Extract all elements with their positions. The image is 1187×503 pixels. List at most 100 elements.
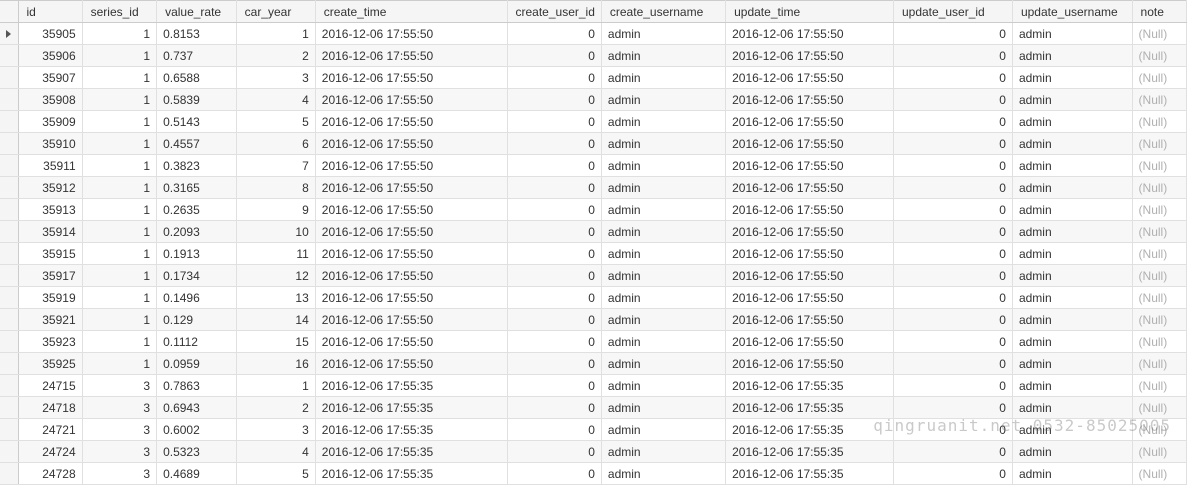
cell-series_id[interactable]: 3 [82,463,156,485]
cell-create_time[interactable]: 2016-12-06 17:55:50 [315,221,507,243]
cell-update_time[interactable]: 2016-12-06 17:55:50 [726,45,894,67]
cell-id[interactable]: 35919 [18,287,82,309]
cell-note[interactable]: (Null) [1132,287,1186,309]
cell-update_user_id[interactable]: 0 [893,243,1012,265]
row-gutter[interactable] [0,331,18,353]
cell-create_time[interactable]: 2016-12-06 17:55:50 [315,243,507,265]
cell-note[interactable]: (Null) [1132,45,1186,67]
table-row[interactable]: 2471830.694322016-12-06 17:55:350admin20… [0,397,1187,419]
cell-update_username[interactable]: admin [1012,67,1132,89]
cell-series_id[interactable]: 1 [82,265,156,287]
cell-note[interactable]: (Null) [1132,199,1186,221]
cell-update_user_id[interactable]: 0 [893,265,1012,287]
table-row[interactable]: 3591310.263592016-12-06 17:55:500admin20… [0,199,1187,221]
cell-create_user_id[interactable]: 0 [507,419,601,441]
cell-car_year[interactable]: 2 [236,45,315,67]
cell-update_user_id[interactable]: 0 [893,133,1012,155]
cell-id[interactable]: 35907 [18,67,82,89]
cell-series_id[interactable]: 1 [82,23,156,45]
cell-update_username[interactable]: admin [1012,463,1132,485]
cell-value_rate[interactable]: 0.6588 [157,67,237,89]
cell-create_username[interactable]: admin [601,177,725,199]
row-gutter[interactable] [0,199,18,221]
cell-value_rate[interactable]: 0.4557 [157,133,237,155]
cell-update_user_id[interactable]: 0 [893,199,1012,221]
cell-value_rate[interactable]: 0.8153 [157,23,237,45]
row-gutter[interactable] [0,221,18,243]
table-row[interactable]: 3591410.2093102016-12-06 17:55:500admin2… [0,221,1187,243]
cell-car_year[interactable]: 13 [236,287,315,309]
cell-car_year[interactable]: 6 [236,133,315,155]
cell-update_username[interactable]: admin [1012,309,1132,331]
table-row[interactable]: 2472830.468952016-12-06 17:55:350admin20… [0,463,1187,485]
row-gutter[interactable] [0,243,18,265]
cell-update_time[interactable]: 2016-12-06 17:55:50 [726,111,894,133]
cell-id[interactable]: 35925 [18,353,82,375]
cell-create_user_id[interactable]: 0 [507,133,601,155]
row-gutter[interactable] [0,397,18,419]
table-row[interactable]: 3591710.1734122016-12-06 17:55:500admin2… [0,265,1187,287]
cell-series_id[interactable]: 1 [82,243,156,265]
cell-create_user_id[interactable]: 0 [507,397,601,419]
cell-car_year[interactable]: 5 [236,463,315,485]
cell-create_username[interactable]: admin [601,89,725,111]
cell-value_rate[interactable]: 0.1913 [157,243,237,265]
cell-value_rate[interactable]: 0.6943 [157,397,237,419]
cell-id[interactable]: 35910 [18,133,82,155]
cell-update_user_id[interactable]: 0 [893,397,1012,419]
cell-create_time[interactable]: 2016-12-06 17:55:50 [315,287,507,309]
column-header-value_rate[interactable]: value_rate [157,1,237,23]
table-row[interactable]: 3590910.514352016-12-06 17:55:500admin20… [0,111,1187,133]
cell-update_user_id[interactable]: 0 [893,221,1012,243]
cell-update_username[interactable]: admin [1012,265,1132,287]
cell-update_user_id[interactable]: 0 [893,89,1012,111]
cell-note[interactable]: (Null) [1132,67,1186,89]
cell-create_time[interactable]: 2016-12-06 17:55:50 [315,331,507,353]
cell-update_user_id[interactable]: 0 [893,419,1012,441]
cell-note[interactable]: (Null) [1132,221,1186,243]
cell-update_user_id[interactable]: 0 [893,23,1012,45]
cell-note[interactable]: (Null) [1132,111,1186,133]
row-gutter[interactable] [0,265,18,287]
cell-car_year[interactable]: 15 [236,331,315,353]
cell-create_username[interactable]: admin [601,265,725,287]
cell-update_user_id[interactable]: 0 [893,375,1012,397]
cell-update_time[interactable]: 2016-12-06 17:55:50 [726,199,894,221]
cell-create_user_id[interactable]: 0 [507,375,601,397]
cell-create_time[interactable]: 2016-12-06 17:55:35 [315,375,507,397]
cell-create_username[interactable]: admin [601,155,725,177]
cell-note[interactable]: (Null) [1132,375,1186,397]
table-row[interactable]: 3592510.0959162016-12-06 17:55:500admin2… [0,353,1187,375]
cell-create_time[interactable]: 2016-12-06 17:55:50 [315,199,507,221]
cell-car_year[interactable]: 14 [236,309,315,331]
cell-create_username[interactable]: admin [601,45,725,67]
cell-car_year[interactable]: 4 [236,89,315,111]
cell-value_rate[interactable]: 0.5143 [157,111,237,133]
cell-id[interactable]: 35906 [18,45,82,67]
cell-update_time[interactable]: 2016-12-06 17:55:50 [726,89,894,111]
table-row[interactable]: 3590810.583942016-12-06 17:55:500admin20… [0,89,1187,111]
cell-value_rate[interactable]: 0.1734 [157,265,237,287]
cell-create_user_id[interactable]: 0 [507,155,601,177]
cell-create_user_id[interactable]: 0 [507,309,601,331]
cell-car_year[interactable]: 3 [236,419,315,441]
cell-note[interactable]: (Null) [1132,331,1186,353]
cell-series_id[interactable]: 1 [82,111,156,133]
cell-create_user_id[interactable]: 0 [507,243,601,265]
cell-note[interactable]: (Null) [1132,89,1186,111]
column-header-note[interactable]: note [1132,1,1186,23]
row-gutter[interactable] [0,45,18,67]
cell-note[interactable]: (Null) [1132,243,1186,265]
cell-create_user_id[interactable]: 0 [507,221,601,243]
cell-series_id[interactable]: 1 [82,45,156,67]
cell-value_rate[interactable]: 0.2093 [157,221,237,243]
cell-id[interactable]: 35912 [18,177,82,199]
cell-car_year[interactable]: 11 [236,243,315,265]
cell-value_rate[interactable]: 0.1112 [157,331,237,353]
row-gutter[interactable] [0,23,18,45]
cell-update_time[interactable]: 2016-12-06 17:55:35 [726,419,894,441]
cell-update_username[interactable]: admin [1012,243,1132,265]
cell-create_username[interactable]: admin [601,23,725,45]
cell-update_username[interactable]: admin [1012,419,1132,441]
data-grid[interactable]: idseries_idvalue_ratecar_yearcreate_time… [0,0,1187,485]
